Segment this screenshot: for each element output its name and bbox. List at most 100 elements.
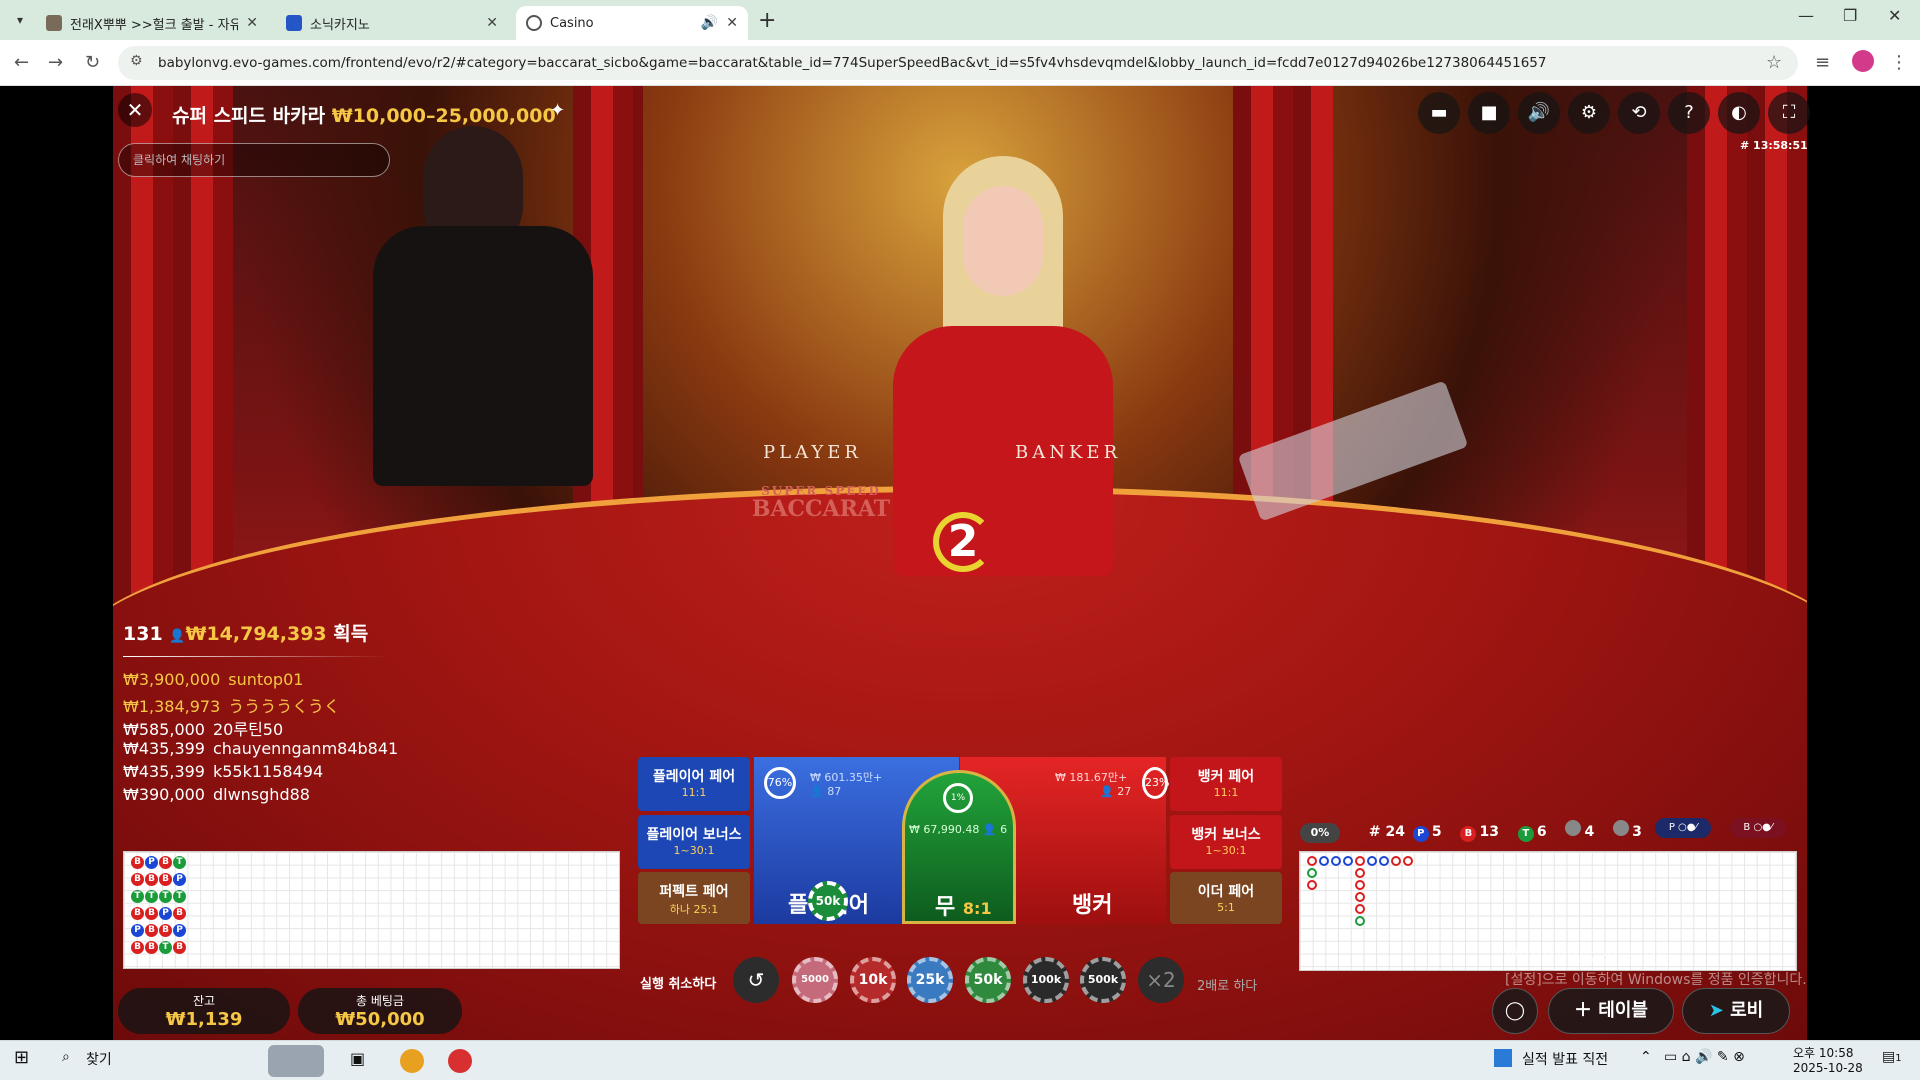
tables-button[interactable]: ＋ 테이블 bbox=[1548, 988, 1674, 1034]
chip-500k[interactable]: 500k bbox=[1080, 957, 1126, 1003]
task-view-icon[interactable]: ▣ bbox=[350, 1049, 365, 1068]
tab-title: 소닉카지노 bbox=[310, 17, 370, 33]
banker-label: 뱅커 bbox=[1072, 893, 1113, 918]
chip-100k[interactable]: 100k bbox=[1023, 957, 1069, 1003]
balance-label: 잔고 bbox=[192, 994, 216, 1008]
chrome-icon[interactable] bbox=[400, 1049, 424, 1073]
speaker-icon[interactable]: 🔊 bbox=[701, 15, 718, 31]
tray-icons[interactable]: ▭ ⌂ 🔊 ✎ ⊗ bbox=[1664, 1049, 1745, 1065]
winner-row: ₩585,000 20루틴50 bbox=[123, 720, 284, 739]
close-window-icon[interactable]: ✕ bbox=[1888, 6, 1901, 25]
player-percent: 76% bbox=[764, 767, 796, 799]
bet-label: 이더 페어 bbox=[1197, 884, 1255, 900]
back-icon[interactable]: ← bbox=[14, 52, 29, 73]
tab-1[interactable]: 전래X뿌뿌 >>헐크 출발 - 자유 ✕ bbox=[36, 6, 268, 40]
road-stats: 0% # 24 P5 B 13 T6 4 3 bbox=[1300, 820, 1800, 844]
tab-search-button[interactable]: ▾ bbox=[8, 9, 32, 31]
forward-icon[interactable]: → bbox=[48, 52, 63, 73]
player-predict-button[interactable]: P ○●⁄ bbox=[1655, 818, 1711, 838]
placed-chip[interactable]: 50k bbox=[808, 881, 848, 921]
winner-row: ₩435,399 chauyennganm84b841 bbox=[123, 739, 399, 758]
windows-start-icon[interactable]: ⊞ bbox=[14, 1047, 29, 1068]
banker-badge-icon: B bbox=[1460, 826, 1477, 842]
tie-count: 6 bbox=[1536, 824, 1547, 840]
tray-chevron-icon[interactable]: ⌃ bbox=[1640, 1049, 1652, 1065]
close-tab-icon[interactable]: ✕ bbox=[726, 15, 738, 31]
media-icon[interactable]: ≡ bbox=[1815, 52, 1830, 73]
tab-3-active[interactable]: Casino 🔊 ✕ bbox=[516, 6, 748, 40]
banker-pair-bet[interactable]: 뱅커 페어 11:1 bbox=[1170, 757, 1282, 811]
close-tab-icon[interactable]: ✕ bbox=[486, 15, 498, 31]
either-pair-bet[interactable]: 이더 페어 5:1 bbox=[1170, 872, 1282, 924]
new-tab-button[interactable]: + bbox=[758, 8, 776, 33]
player-pair-bet[interactable]: 플레이어 페어 11:1 bbox=[638, 757, 750, 811]
tie-badge-icon: T bbox=[1517, 826, 1534, 842]
chip-25k[interactable]: 25k bbox=[907, 957, 953, 1003]
menu-icon[interactable]: ⋮ bbox=[1890, 52, 1908, 73]
chrome-active-icon[interactable] bbox=[448, 1049, 472, 1073]
table-banker-text: BANKER bbox=[1015, 442, 1122, 463]
tab-strip: ▾ 전래X뿌뿌 >>헐크 출발 - 자유 ✕ 소닉카지노 ✕ Casino 🔊 … bbox=[0, 0, 1920, 40]
fullscreen-icon[interactable]: ⛶ bbox=[1768, 92, 1810, 134]
undo-button[interactable]: ↺ bbox=[733, 957, 779, 1003]
site-favicon-icon bbox=[46, 15, 62, 31]
chip-5000[interactable]: 5000 bbox=[792, 957, 838, 1003]
table-name: 슈퍼 스피드 바카라 bbox=[172, 105, 326, 127]
total-bet-value: ₩50,000 bbox=[335, 1009, 425, 1030]
volume-icon[interactable]: 🔊 bbox=[1518, 92, 1560, 134]
player-bonus-bet[interactable]: 플레이어 보너스 1~30:1 bbox=[638, 815, 750, 869]
chat-icon[interactable]: ▬ bbox=[1418, 92, 1460, 134]
bead-road[interactable]: B P B T B B B P T T T T B B P B P B B P … bbox=[123, 851, 620, 969]
taskbar: ⊞ ⌕ 찾기 ▣ 실적 발표 직전 ⌃ ▭ ⌂ 🔊 ✎ ⊗ 오후 10:58 2… bbox=[0, 1040, 1920, 1080]
favorite-pin-icon[interactable]: ✦ bbox=[550, 100, 565, 121]
lobby-button[interactable]: ➤ 로비 bbox=[1682, 988, 1790, 1034]
minimize-icon[interactable]: — bbox=[1798, 6, 1814, 25]
taskbar-search[interactable]: 찾기 bbox=[86, 1049, 112, 1069]
player-amount: ₩ 601.35만+ bbox=[810, 771, 883, 784]
search-icon[interactable]: ⌕ bbox=[62, 1049, 70, 1065]
double-button[interactable]: ×2 bbox=[1138, 957, 1184, 1003]
banker-bonus-bet[interactable]: 뱅커 보너스 1~30:1 bbox=[1170, 815, 1282, 869]
help-icon[interactable]: ? bbox=[1668, 92, 1710, 134]
widget-icon[interactable] bbox=[268, 1045, 324, 1077]
winner-row: ₩435,399 k55k1158494 bbox=[123, 762, 324, 781]
banker-predict-button[interactable]: B ○●⁄ bbox=[1730, 818, 1786, 838]
stats-percent: 0% bbox=[1300, 823, 1340, 843]
game-title: 슈퍼 스피드 바카라 ₩10,000–25,000,000 bbox=[172, 101, 556, 128]
bet-odds: 1~30:1 bbox=[673, 844, 715, 857]
clock-date: 2025-10-28 bbox=[1793, 1061, 1863, 1075]
banker-count: 👤 27 bbox=[1100, 785, 1132, 798]
bookmark-star-icon[interactable]: ☆ bbox=[1766, 52, 1782, 73]
table-player-text: PLAYER bbox=[763, 442, 862, 463]
divider bbox=[123, 656, 389, 657]
news-text[interactable]: 실적 발표 직전 bbox=[1522, 1049, 1608, 1069]
url-text[interactable]: babylonvg.evo-games.com/frontend/evo/r2/… bbox=[158, 55, 1546, 71]
bet-odds: 11:1 bbox=[1213, 786, 1239, 799]
notification-icon[interactable]: ▤1 bbox=[1882, 1049, 1902, 1065]
profile-avatar[interactable] bbox=[1852, 50, 1874, 72]
site-favicon-icon bbox=[286, 15, 302, 31]
double-label: 2배로 하다 bbox=[1197, 979, 1258, 994]
history-icon[interactable]: ⟲ bbox=[1618, 92, 1660, 134]
tie-bet-area[interactable]: 1% ₩ 67,990.48 👤 6 무 8:1 bbox=[902, 770, 1016, 924]
chip-10k[interactable]: 10k bbox=[850, 957, 896, 1003]
perfect-pair-bet[interactable]: 퍼펙트 페어 하나 25:1 bbox=[638, 872, 750, 924]
restore-icon[interactable]: ❐ bbox=[1843, 6, 1857, 25]
chat-bubble-button[interactable]: ◯ bbox=[1492, 988, 1538, 1034]
site-info-icon[interactable]: ⚙ bbox=[130, 53, 143, 69]
banker-percent: 23% bbox=[1142, 767, 1169, 799]
chip-50k[interactable]: 50k bbox=[965, 957, 1011, 1003]
winners-summary: 131 👤₩14,794,393 획득 bbox=[123, 619, 368, 646]
switch-table-icon[interactable]: ◐ bbox=[1718, 92, 1760, 134]
close-tab-icon[interactable]: ✕ bbox=[246, 15, 258, 31]
bet-odds: 1~30:1 bbox=[1205, 844, 1247, 857]
video-icon[interactable]: ■ bbox=[1468, 92, 1510, 134]
close-game-button[interactable]: ✕ bbox=[118, 93, 152, 127]
player-badge-icon: P bbox=[1412, 826, 1429, 842]
winner-row: ₩3,900,000 suntop01 bbox=[123, 670, 304, 689]
tab-2[interactable]: 소닉카지노 ✕ bbox=[276, 6, 508, 40]
reload-icon[interactable]: ↻ bbox=[85, 52, 100, 73]
chat-input[interactable]: 클릭하여 채팅하기 bbox=[118, 143, 390, 177]
settings-gear-icon[interactable]: ⚙ bbox=[1568, 92, 1610, 134]
bet-label: 플레이어 보너스 bbox=[646, 827, 742, 843]
